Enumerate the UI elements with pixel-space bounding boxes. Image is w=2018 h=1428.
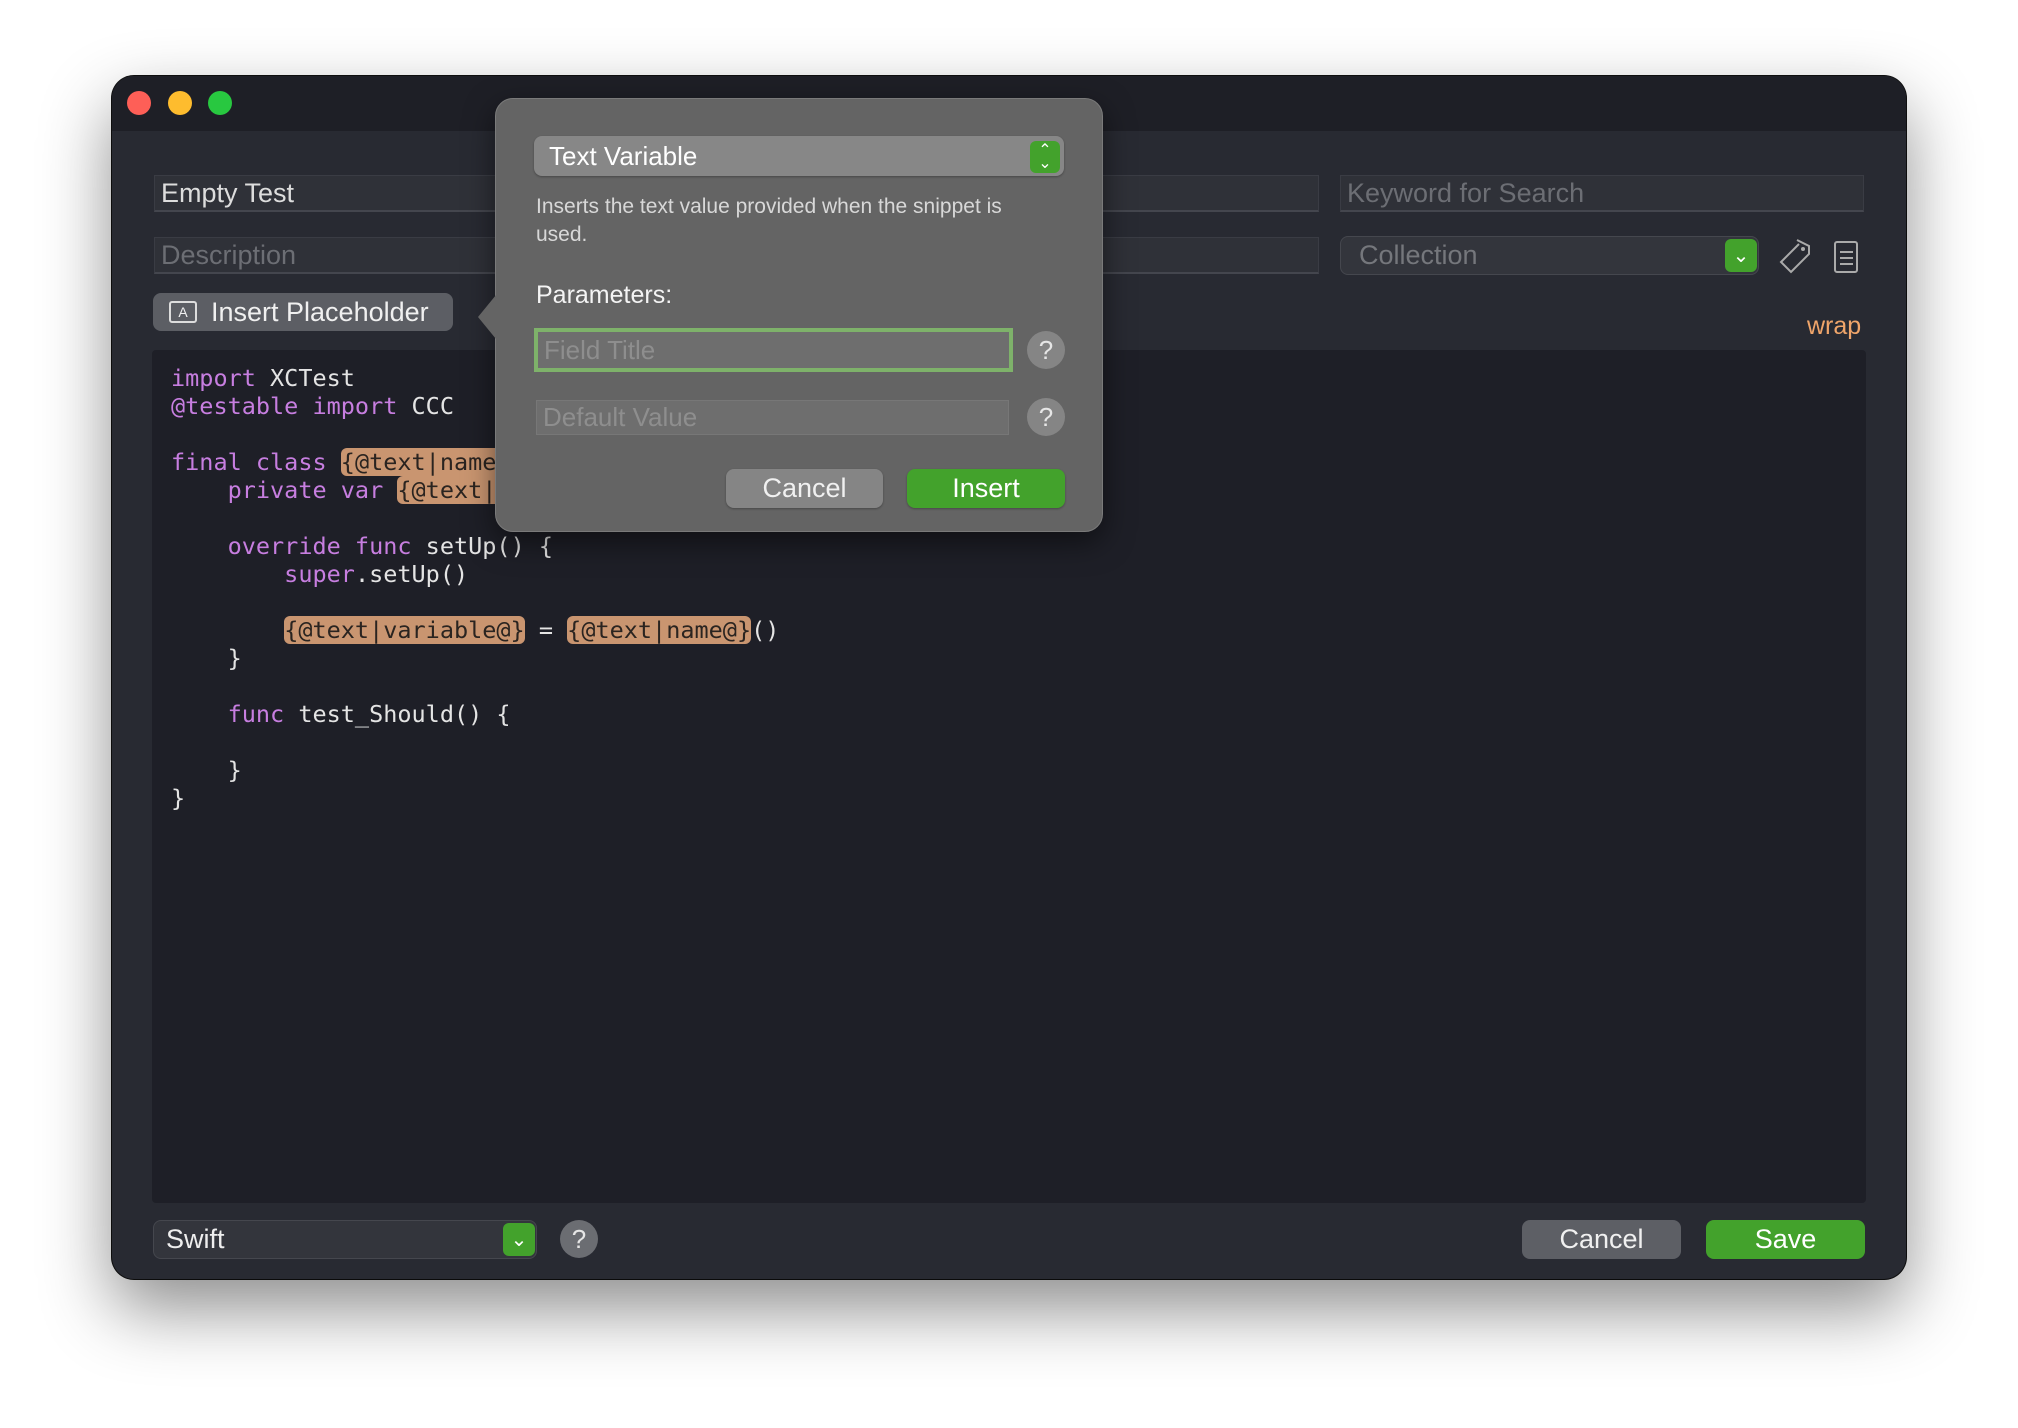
- code-line: super.setUp(): [171, 560, 779, 588]
- keyword-token: private var: [171, 476, 384, 504]
- tag-icon[interactable]: [1777, 236, 1813, 276]
- code-token: }: [171, 784, 186, 812]
- field-title-help-button[interactable]: ?: [1027, 331, 1065, 369]
- keyword-token: final class: [171, 448, 327, 476]
- keyword-field[interactable]: Keyword for Search: [1340, 175, 1864, 212]
- list-icon[interactable]: [1827, 234, 1863, 276]
- code-line: override func setUp() {: [171, 532, 779, 560]
- field-title-input[interactable]: Field Title: [534, 328, 1013, 372]
- code-token: test_Should() {: [284, 700, 511, 728]
- minimize-window-button[interactable]: [168, 91, 192, 115]
- popover-cancel-button[interactable]: Cancel: [726, 469, 883, 508]
- chevron-down-icon[interactable]: ⌄: [503, 1223, 535, 1256]
- code-token: CCC: [397, 392, 454, 420]
- keyword-token: import: [171, 364, 256, 392]
- code-line: func test_Should() {: [171, 700, 779, 728]
- popover-arrow: [478, 295, 496, 339]
- code-token: =: [524, 616, 568, 644]
- code-line: }: [171, 756, 779, 784]
- cancel-button[interactable]: Cancel: [1522, 1220, 1681, 1259]
- close-window-button[interactable]: [127, 91, 151, 115]
- placeholder-a-icon: A: [169, 301, 197, 323]
- default-value-input[interactable]: Default Value: [536, 400, 1009, 435]
- help-button[interactable]: ?: [560, 1220, 598, 1258]
- placeholder-type-label: Text Variable: [549, 140, 698, 171]
- insert-placeholder-label: Insert Placeholder: [211, 296, 429, 327]
- wrap-toggle[interactable]: wrap: [1807, 312, 1861, 341]
- code-token: XCTest: [255, 364, 355, 392]
- insert-placeholder-button[interactable]: A Insert Placeholder: [153, 293, 453, 331]
- placeholder-token[interactable]: {@text|variable@}: [284, 616, 525, 644]
- keyword-token: super: [171, 560, 355, 588]
- keyword-token: override func: [171, 532, 412, 560]
- code-token: (): [751, 616, 780, 644]
- chevron-down-icon[interactable]: ⌄: [1725, 239, 1757, 272]
- code-line: {@text|variable@} = {@text|name@}(): [171, 616, 779, 644]
- keyword-token: @testable import: [171, 392, 398, 420]
- chevron-up-down-icon[interactable]: ⌃ ⌄: [1030, 141, 1060, 173]
- zoom-window-button[interactable]: [208, 91, 232, 115]
- placeholder-description: Inserts the text value provided when the…: [536, 195, 1002, 246]
- save-button[interactable]: Save: [1706, 1220, 1865, 1259]
- code-token: setUp() {: [411, 532, 554, 560]
- popover-insert-button[interactable]: Insert: [907, 469, 1065, 508]
- default-value-help-button[interactable]: ?: [1027, 398, 1065, 436]
- collection-label: Collection: [1359, 240, 1478, 270]
- placeholder-token[interactable]: {@text|name@}: [567, 616, 752, 644]
- code-line: }: [171, 784, 779, 812]
- code-token: }: [171, 756, 242, 784]
- code-token: .setUp(): [354, 560, 469, 588]
- insert-placeholder-popover: Text Variable ⌃ ⌄ Inserts the text value …: [478, 98, 1103, 532]
- keyword-token: func: [171, 700, 285, 728]
- placeholder-type-popup[interactable]: Text Variable: [534, 136, 1064, 176]
- language-label: Swift: [166, 1224, 225, 1254]
- language-popup[interactable]: Swift: [153, 1220, 537, 1259]
- collection-popup[interactable]: Collection: [1340, 236, 1759, 275]
- code-token: }: [171, 644, 242, 672]
- code-line: }: [171, 644, 779, 672]
- parameters-label: Parameters:: [536, 281, 673, 309]
